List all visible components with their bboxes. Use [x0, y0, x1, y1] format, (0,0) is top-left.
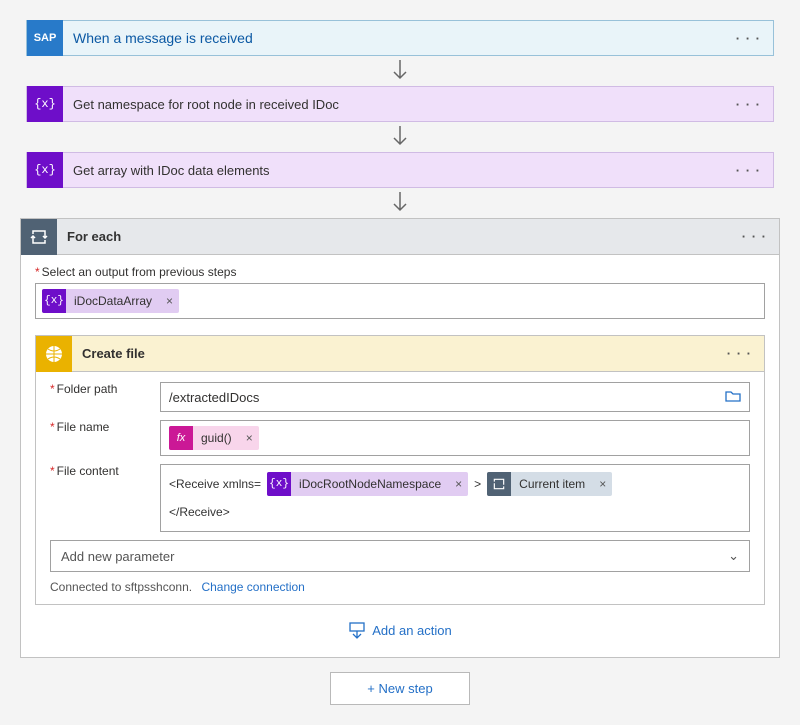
foreach-select-label: *Select an output from previous steps	[35, 265, 765, 279]
create-file-card: Create file · · · *Folder path /extracte…	[35, 335, 765, 605]
trigger-menu[interactable]: · · ·	[724, 31, 773, 46]
remove-token-icon[interactable]: ×	[240, 431, 259, 445]
loop-icon	[487, 472, 511, 496]
create-file-header[interactable]: Create file · · ·	[36, 336, 764, 372]
change-connection-link[interactable]: Change connection	[201, 580, 304, 594]
get-array-title: Get array with IDoc data elements	[63, 163, 724, 178]
chevron-down-icon: ⌄	[728, 548, 739, 564]
folder-path-input[interactable]: /extractedIDocs	[160, 382, 750, 412]
get-array-step[interactable]: {x} Get array with IDoc data elements · …	[26, 152, 774, 188]
remove-token-icon[interactable]: ×	[160, 294, 179, 308]
variable-icon: {x}	[27, 86, 63, 122]
create-file-menu[interactable]: · · ·	[715, 346, 764, 361]
remove-token-icon[interactable]: ×	[593, 472, 612, 496]
get-namespace-title: Get namespace for root node in received …	[63, 97, 724, 112]
foreach-title: For each	[57, 229, 730, 244]
file-content-input[interactable]: <Receive xmlns= {x} iDocRootNodeNamespac…	[160, 464, 750, 532]
variable-icon: {x}	[27, 152, 63, 188]
idocdataarray-token[interactable]: {x} iDocDataArray ×	[42, 289, 179, 313]
connection-info: Connected to sftpsshconn. Change connect…	[50, 580, 750, 594]
variable-icon: {x}	[42, 289, 66, 313]
fx-icon: fx	[169, 426, 193, 450]
get-namespace-menu[interactable]: · · ·	[724, 97, 773, 112]
trigger-title: When a message is received	[63, 30, 724, 46]
add-parameter-dropdown[interactable]: Add new parameter ⌄	[50, 540, 750, 572]
arrow-icon	[20, 126, 780, 150]
file-name-input[interactable]: fx guid() ×	[160, 420, 750, 456]
arrow-icon	[20, 60, 780, 84]
sap-icon: SAP	[27, 20, 63, 56]
variable-icon: {x}	[267, 472, 291, 496]
get-array-menu[interactable]: · · ·	[724, 163, 773, 178]
remove-token-icon[interactable]: ×	[449, 472, 468, 496]
folder-picker-icon[interactable]	[725, 389, 741, 406]
sftp-icon	[36, 336, 72, 372]
trigger-step[interactable]: SAP When a message is received · · ·	[26, 20, 774, 56]
create-file-title: Create file	[72, 346, 715, 361]
loop-icon	[21, 219, 57, 255]
add-action-icon	[348, 621, 366, 639]
rootnamespace-token[interactable]: {x} iDocRootNodeNamespace ×	[267, 472, 468, 496]
foreach-output-field[interactable]: {x} iDocDataArray ×	[35, 283, 765, 319]
get-namespace-step[interactable]: {x} Get namespace for root node in recei…	[26, 86, 774, 122]
guid-token[interactable]: fx guid() ×	[169, 426, 259, 450]
arrow-icon	[20, 192, 780, 216]
new-step-button[interactable]: + New step	[330, 672, 470, 705]
foreach-card: For each · · · *Select an output from pr…	[20, 218, 780, 658]
file-content-label: *File content	[50, 464, 160, 478]
add-action-button[interactable]: Add an action	[35, 621, 765, 639]
currentitem-token[interactable]: Current item ×	[487, 472, 612, 496]
file-name-label: *File name	[50, 420, 160, 434]
foreach-menu[interactable]: · · ·	[730, 229, 779, 244]
folder-path-label: *Folder path	[50, 382, 160, 396]
foreach-header[interactable]: For each · · ·	[21, 219, 779, 255]
